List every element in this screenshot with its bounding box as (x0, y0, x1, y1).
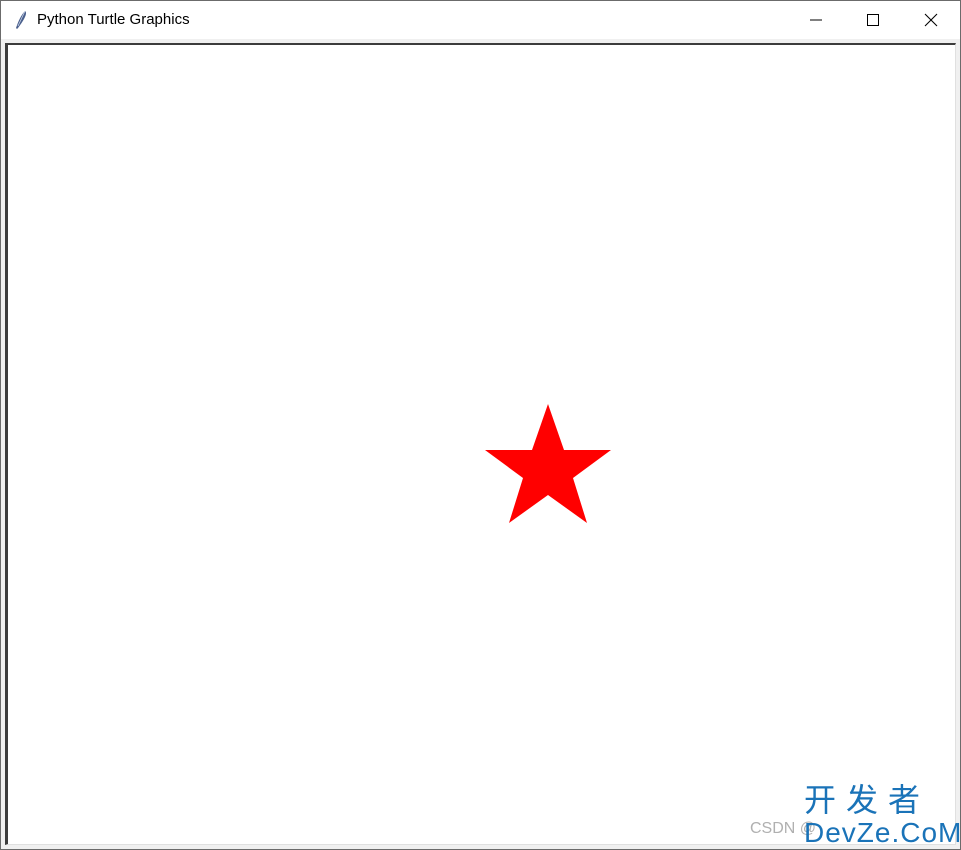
minimize-icon (810, 19, 822, 21)
devze-watermark: 开发者 DevZe.CoM (804, 782, 961, 848)
turtle-canvas[interactable] (5, 43, 956, 845)
close-icon (924, 13, 938, 27)
red-star (485, 404, 611, 523)
maximize-button[interactable] (844, 1, 902, 39)
watermark-cn-text: 开发者 (804, 782, 931, 818)
maximize-icon (867, 14, 879, 26)
title-bar[interactable]: Python Turtle Graphics (1, 1, 960, 39)
feather-icon (16, 10, 27, 29)
close-button[interactable] (902, 1, 960, 39)
minimize-button[interactable] (787, 1, 845, 39)
turtle-window: Python Turtle Graphics CSDN @ 开发者 DevZe.… (0, 0, 961, 850)
drawing-surface (485, 404, 611, 523)
window-title: Python Turtle Graphics (37, 11, 190, 28)
watermark-en-text: DevZe.CoM (804, 817, 961, 848)
